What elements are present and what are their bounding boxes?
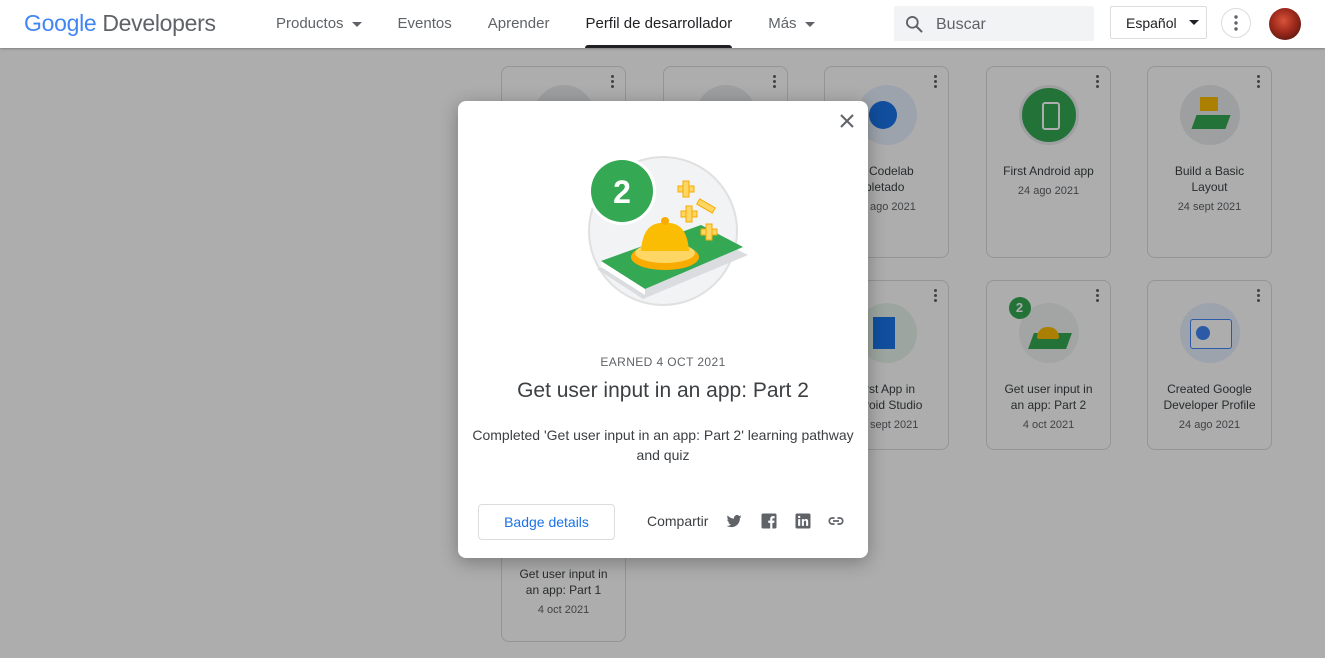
search-box[interactable] xyxy=(894,6,1094,43)
chevron-down-icon xyxy=(804,21,815,27)
top-app-bar: Google Developers Productos Eventos Apren… xyxy=(0,0,1325,48)
nav-productos-label: Productos xyxy=(276,15,344,32)
language-select[interactable]: Español xyxy=(1110,6,1207,39)
earned-date: EARNED 4 OCT 2021 xyxy=(600,355,726,369)
close-icon[interactable] xyxy=(838,112,856,130)
badge-description: Completed 'Get user input in an app: Par… xyxy=(458,425,868,465)
logo-developers: Developers xyxy=(102,10,216,36)
nav-mas-label: Más xyxy=(768,15,797,32)
nav-mas[interactable]: Más xyxy=(750,0,832,48)
nav-aprender-label: Aprender xyxy=(487,15,550,32)
avatar[interactable] xyxy=(1269,8,1301,40)
nav-eventos-label: Eventos xyxy=(397,15,452,32)
badge-dialog: 2 EARNED 4 OCT 2021 Get user input in an… xyxy=(458,101,868,558)
main-nav: Productos Eventos Aprender Perfil de des… xyxy=(258,0,833,48)
more-options-button[interactable] xyxy=(1221,8,1251,38)
logo-google: Google xyxy=(24,10,97,36)
twitter-icon[interactable] xyxy=(725,512,743,530)
chevron-down-icon xyxy=(1188,20,1199,25)
badge-title: Get user input in an app: Part 2 xyxy=(517,379,809,402)
linkedin-icon[interactable] xyxy=(794,512,812,530)
badge-details-button[interactable]: Badge details xyxy=(478,504,615,540)
nav-perfil[interactable]: Perfil de desarrollador xyxy=(567,0,750,48)
search-input[interactable] xyxy=(934,6,1088,43)
more-vert-icon xyxy=(1234,15,1238,31)
share-label: Compartir xyxy=(647,513,709,529)
nav-eventos[interactable]: Eventos xyxy=(380,0,470,48)
nav-perfil-label: Perfil de desarrollador xyxy=(585,15,733,32)
nav-aprender[interactable]: Aprender xyxy=(470,0,568,48)
badge-description-text: Completed 'Get user input in an app: Par… xyxy=(472,427,854,463)
chevron-down-icon xyxy=(351,21,362,27)
facebook-icon[interactable] xyxy=(760,512,778,530)
search-icon xyxy=(906,16,923,33)
google-developers-logo[interactable]: Google Developers xyxy=(24,10,216,37)
nav-productos[interactable]: Productos xyxy=(258,0,380,48)
badge-number: 2 xyxy=(613,174,631,210)
badge-illustration: 2 xyxy=(588,156,748,306)
link-icon[interactable] xyxy=(825,512,847,530)
language-label: Español xyxy=(1126,14,1177,31)
